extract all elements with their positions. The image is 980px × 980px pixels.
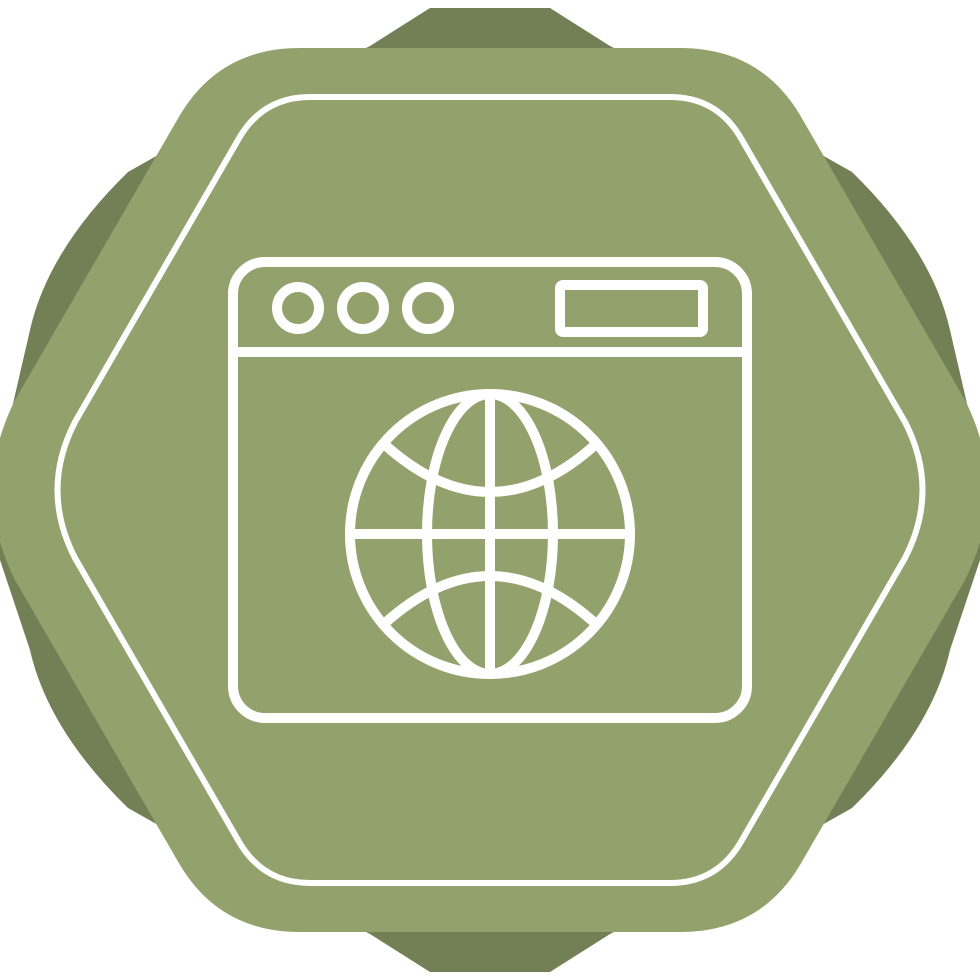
web-browser-globe-icon xyxy=(0,8,980,972)
badge-icon-stage xyxy=(0,0,980,980)
globe-icon xyxy=(345,389,635,679)
